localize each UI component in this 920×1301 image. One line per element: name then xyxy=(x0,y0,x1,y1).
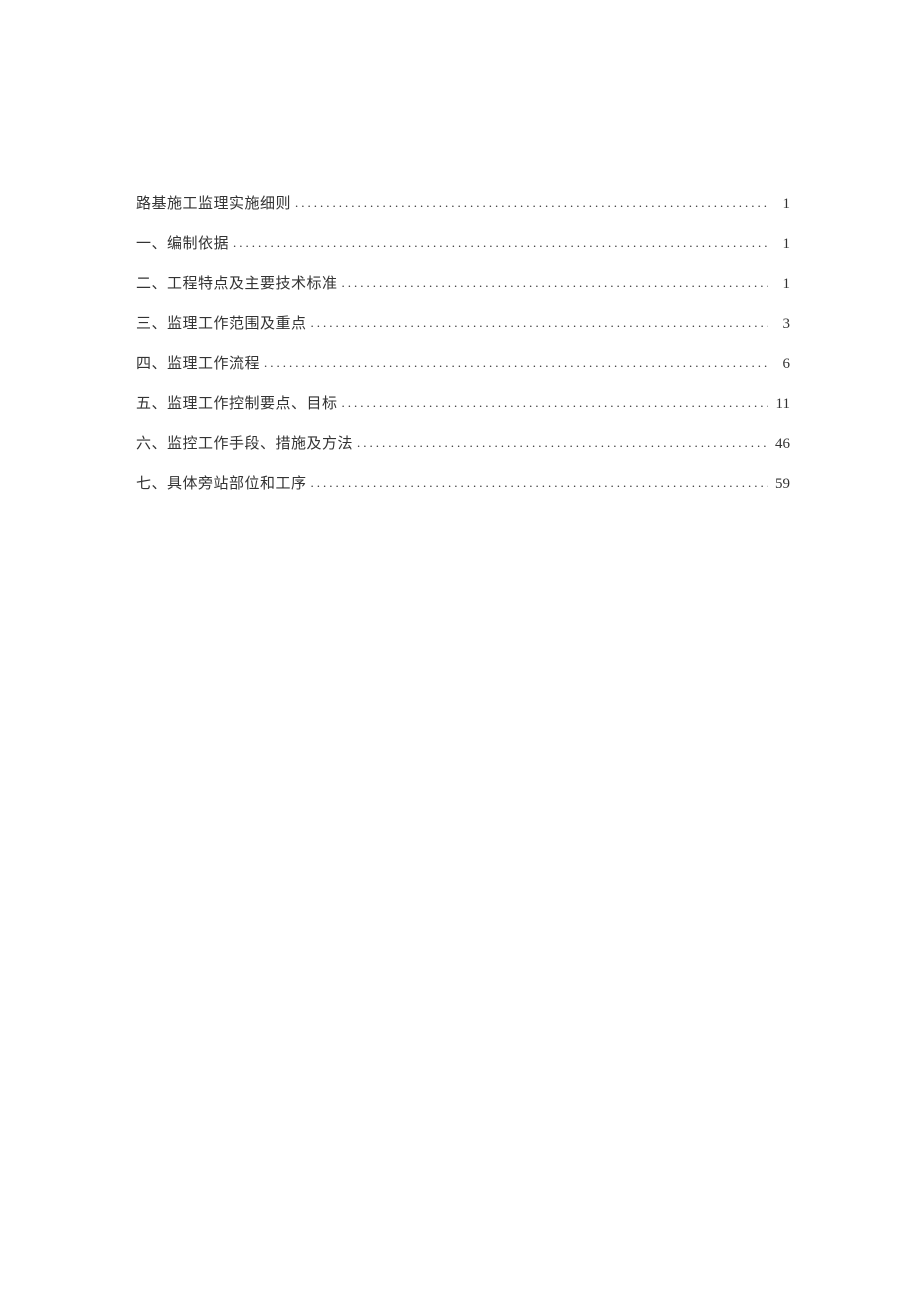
toc-entry: 七、具体旁站部位和工序 ............................… xyxy=(136,472,790,496)
toc-entry: 四、监理工作流程 ...............................… xyxy=(136,352,790,376)
toc-leader-dots: ........................................… xyxy=(311,473,768,494)
toc-leader-dots: ........................................… xyxy=(295,193,768,214)
toc-page-number: 46 xyxy=(772,432,790,456)
toc-page-number: 1 xyxy=(772,192,790,216)
toc-leader-dots: ........................................… xyxy=(311,313,768,334)
toc-page-number: 1 xyxy=(772,232,790,256)
toc-page-number: 11 xyxy=(772,392,790,416)
toc-entry: 三、监理工作范围及重点 ............................… xyxy=(136,312,790,336)
toc-page-number: 6 xyxy=(772,352,790,376)
toc-entry: 路基施工监理实施细则 .............................… xyxy=(136,192,790,216)
toc-leader-dots: ........................................… xyxy=(264,353,768,374)
toc-title: 六、监控工作手段、措施及方法 xyxy=(136,432,353,456)
toc-page-number: 3 xyxy=(772,312,790,336)
toc-entry: 二、工程特点及主要技术标准 ..........................… xyxy=(136,272,790,296)
toc-page-number: 1 xyxy=(772,272,790,296)
toc-title: 路基施工监理实施细则 xyxy=(136,192,291,216)
toc-title: 二、工程特点及主要技术标准 xyxy=(136,272,338,296)
table-of-contents: 路基施工监理实施细则 .............................… xyxy=(136,192,790,496)
toc-entry: 六、监控工作手段、措施及方法 .........................… xyxy=(136,432,790,456)
toc-leader-dots: ........................................… xyxy=(357,433,768,454)
toc-leader-dots: ........................................… xyxy=(233,233,768,254)
toc-leader-dots: ........................................… xyxy=(342,393,768,414)
toc-entry: 五、监理工作控制要点、目标 ..........................… xyxy=(136,392,790,416)
toc-title: 三、监理工作范围及重点 xyxy=(136,312,307,336)
toc-entry: 一、编制依据 .................................… xyxy=(136,232,790,256)
toc-title: 五、监理工作控制要点、目标 xyxy=(136,392,338,416)
document-page: 路基施工监理实施细则 .............................… xyxy=(0,0,920,496)
toc-leader-dots: ........................................… xyxy=(342,273,768,294)
toc-page-number: 59 xyxy=(772,472,790,496)
toc-title: 四、监理工作流程 xyxy=(136,352,260,376)
toc-title: 一、编制依据 xyxy=(136,232,229,256)
toc-title: 七、具体旁站部位和工序 xyxy=(136,472,307,496)
